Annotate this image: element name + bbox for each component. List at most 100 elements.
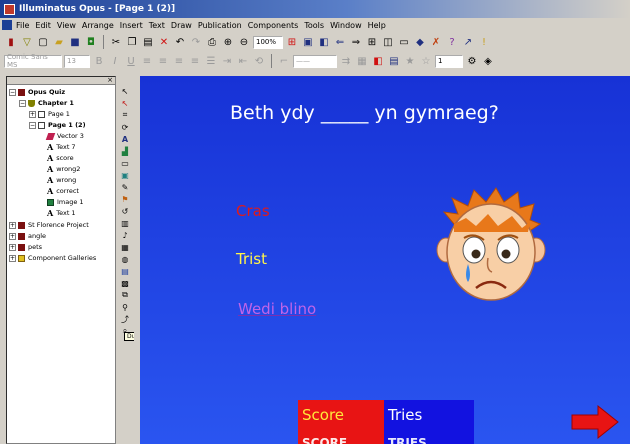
close-icon[interactable]: × xyxy=(107,76,113,84)
rectangle-icon[interactable]: ▭ xyxy=(119,158,131,168)
tree-item[interactable]: + St Florence Project xyxy=(9,220,89,230)
button-tool-icon[interactable]: ▣ xyxy=(119,170,131,180)
menu-components[interactable]: Components xyxy=(248,21,299,30)
italic-icon[interactable]: I xyxy=(108,54,122,68)
justify-icon[interactable]: ≡ xyxy=(188,54,202,68)
crop-icon[interactable]: ⌗ xyxy=(119,110,131,120)
font-name-select[interactable]: Comic Sans MS xyxy=(4,53,62,69)
menu-arrange[interactable]: Arrange xyxy=(82,21,114,30)
frame-icon[interactable]: ▩ xyxy=(119,278,131,288)
book-icon[interactable]: ▭ xyxy=(397,35,411,49)
tree-item[interactable]: A wrong xyxy=(47,175,76,185)
help-icon[interactable]: ? xyxy=(445,35,459,49)
menu-help[interactable]: Help xyxy=(368,21,386,30)
save-icon[interactable]: ■ xyxy=(68,35,82,49)
form-icon[interactable]: ▤ xyxy=(119,266,131,276)
chapter-icon[interactable]: ▽ xyxy=(20,35,34,49)
component-icon[interactable]: ◆ xyxy=(413,35,427,49)
star-icon[interactable]: ★ xyxy=(403,54,417,68)
zoom-select[interactable]: 100% xyxy=(253,35,283,49)
preview-icon[interactable]: ▣ xyxy=(301,35,315,49)
menu-publication[interactable]: Publication xyxy=(198,21,242,30)
rotate-icon[interactable]: ⟳ xyxy=(119,122,131,132)
publish-icon[interactable]: ◘ xyxy=(84,35,98,49)
link-icon[interactable]: ⚲ xyxy=(119,302,131,312)
bold-icon[interactable]: B xyxy=(92,54,106,68)
pointer-icon[interactable]: ↖ xyxy=(119,86,131,96)
menu-edit[interactable]: Edit xyxy=(35,21,51,30)
pen-icon[interactable]: ✎ xyxy=(119,182,131,192)
expand-icon[interactable]: + xyxy=(9,221,16,229)
collapse-icon[interactable]: − xyxy=(19,99,26,107)
table-icon[interactable]: ▦ xyxy=(119,242,131,252)
eyedropper-icon[interactable]: ⤴ xyxy=(119,314,131,324)
grid-icon[interactable]: ⊞ xyxy=(285,35,299,49)
tree-item[interactable]: + angle xyxy=(9,231,46,241)
expand-icon[interactable]: + xyxy=(9,232,16,240)
sound-icon[interactable]: ♪ xyxy=(119,230,131,240)
expand-icon[interactable]: + xyxy=(9,254,16,262)
menu-file[interactable]: File xyxy=(16,21,29,30)
menu-window[interactable]: Window xyxy=(330,21,362,30)
tree-item[interactable]: + Component Galleries xyxy=(9,253,96,263)
menu-view[interactable]: View xyxy=(57,21,76,30)
tree-item[interactable]: A Text 7 xyxy=(47,142,76,152)
tree-item[interactable]: − Chapter 1 xyxy=(19,98,74,108)
font-size-select[interactable]: 13 xyxy=(64,54,90,68)
animation-icon[interactable]: ↺ xyxy=(119,206,131,216)
copy-icon[interactable]: ❐ xyxy=(125,35,139,49)
next-arrow-icon[interactable] xyxy=(570,404,620,440)
fill-color-icon[interactable]: ◧ xyxy=(371,54,385,68)
answer-option[interactable]: Wedi blino xyxy=(238,300,316,318)
answer-option[interactable]: Trist xyxy=(236,250,267,268)
zoom-out-icon[interactable]: ⊖ xyxy=(237,35,251,49)
globe-icon[interactable]: ◍ xyxy=(119,254,131,264)
document-icon[interactable] xyxy=(2,20,12,30)
collapse-icon[interactable]: − xyxy=(9,88,16,96)
arrow-style-icon[interactable]: ⇉ xyxy=(339,54,353,68)
collapse-icon[interactable]: − xyxy=(29,121,36,129)
align-left-icon[interactable]: ≡ xyxy=(140,54,154,68)
line-style-icon[interactable]: ⌐ xyxy=(277,54,291,68)
tree-item[interactable]: A correct xyxy=(47,186,79,196)
underline-icon[interactable]: U xyxy=(124,54,138,68)
frame-icon[interactable]: ◫ xyxy=(381,35,395,49)
menu-draw[interactable]: Draw xyxy=(171,21,192,30)
pin-icon[interactable]: ! xyxy=(477,35,491,49)
back-icon[interactable]: ⇐ xyxy=(333,35,347,49)
tree-item[interactable]: Image 1 xyxy=(47,197,84,207)
tree-item[interactable]: A wrong2 xyxy=(47,164,80,174)
outdent-icon[interactable]: ⇤ xyxy=(236,54,250,68)
delete-icon[interactable]: ✕ xyxy=(157,35,171,49)
zoom-in-icon[interactable]: ⊕ xyxy=(221,35,235,49)
tree-item[interactable]: A score xyxy=(47,153,74,163)
paste-icon[interactable]: ▤ xyxy=(141,35,155,49)
tree-item[interactable]: + Page 1 xyxy=(29,109,70,119)
redo-icon[interactable]: ↷ xyxy=(189,35,203,49)
open-folder-icon[interactable]: ▰ xyxy=(52,35,66,49)
expand-icon[interactable]: + xyxy=(9,243,16,251)
line-color-icon[interactable]: ▤ xyxy=(387,54,401,68)
tree-item[interactable]: + pets xyxy=(9,242,42,252)
menu-insert[interactable]: Insert xyxy=(120,21,143,30)
tree-item[interactable]: A Text 1 xyxy=(47,208,76,218)
publication-icon[interactable]: ▮ xyxy=(4,35,18,49)
action-pointer-icon[interactable]: ↖ xyxy=(119,98,131,108)
expand-icon[interactable]: + xyxy=(29,110,36,118)
cut-icon[interactable]: ✂ xyxy=(109,35,123,49)
page-canvas[interactable]: Beth ydy _____ yn gymraeg? Cras Trist We… xyxy=(140,76,630,444)
print-icon[interactable]: ⎙ xyxy=(205,35,219,49)
line-width-select[interactable]: —— xyxy=(293,54,337,68)
tools-icon[interactable]: ✗ xyxy=(429,35,443,49)
menu-text[interactable]: Text xyxy=(149,21,165,30)
new-file-icon[interactable]: ▢ xyxy=(36,35,50,49)
tree-item[interactable]: Vector 3 xyxy=(45,131,84,141)
wand-icon[interactable]: ↗ xyxy=(461,35,475,49)
duplicate-icon[interactable]: ⧉ xyxy=(119,290,131,300)
border-width-select[interactable]: 1 xyxy=(435,54,463,68)
answer-option[interactable]: Cras xyxy=(236,202,270,220)
tree-item[interactable]: − Page 1 (2) xyxy=(29,120,86,130)
align-center-icon[interactable]: ≡ xyxy=(156,54,170,68)
menu-tools[interactable]: Tools xyxy=(304,21,324,30)
image-tool-icon[interactable]: ▟ xyxy=(119,146,131,156)
